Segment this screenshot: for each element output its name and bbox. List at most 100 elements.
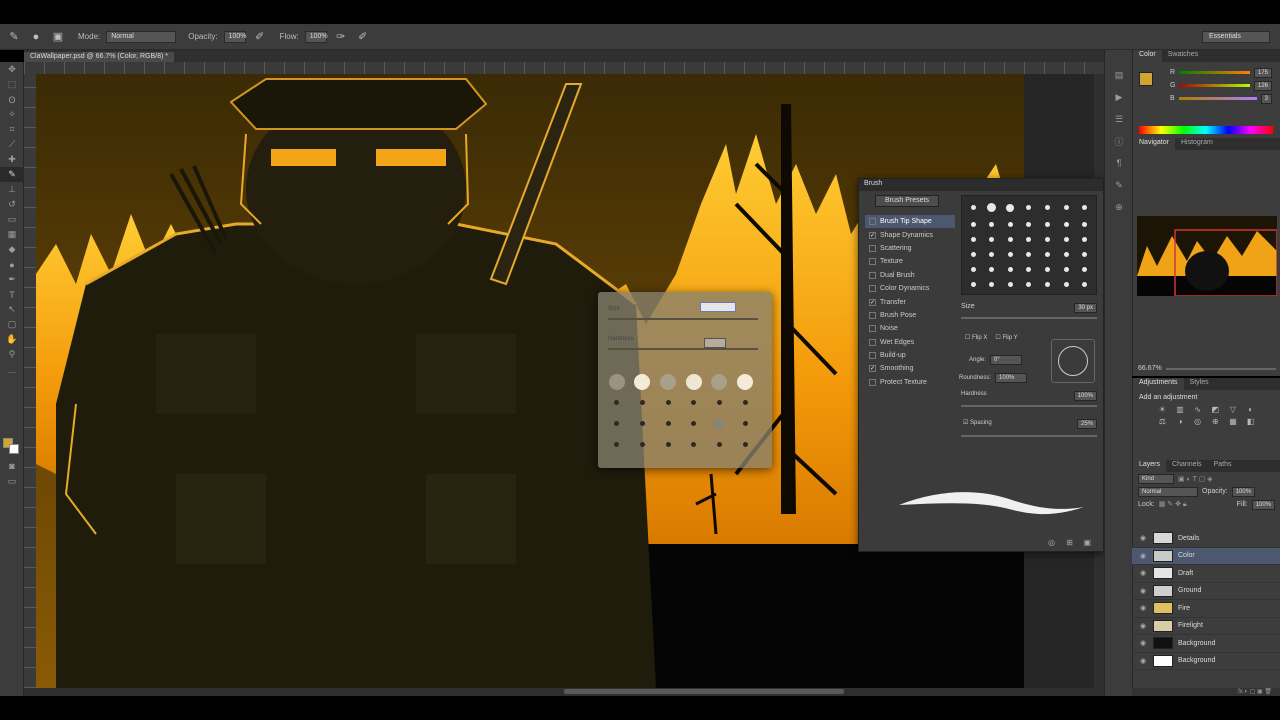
bw-icon[interactable]: ◑: [1173, 417, 1188, 426]
brush-tip[interactable]: [1007, 222, 1013, 227]
color-balance-icon[interactable]: ⚖: [1155, 417, 1170, 426]
brush-tip[interactable]: [1026, 252, 1032, 257]
checkbox-icon[interactable]: [869, 271, 876, 279]
brush-tip[interactable]: [970, 252, 976, 257]
brush-tip[interactable]: [989, 222, 995, 227]
background-color-swatch[interactable]: [9, 444, 19, 454]
hud-hardness-slider[interactable]: [608, 348, 758, 350]
toggle-live-tip-icon[interactable]: ◎: [1048, 538, 1055, 547]
quick-select-tool-icon[interactable]: ✧: [0, 107, 24, 122]
horizontal-scrollbar[interactable]: [24, 688, 1104, 696]
crop-tool-icon[interactable]: ⌗: [0, 122, 24, 137]
hud-brush-tip[interactable]: [614, 442, 620, 447]
brush-tip[interactable]: [1007, 267, 1013, 272]
checkbox-checked-icon[interactable]: ✓: [869, 365, 876, 373]
brush-presets-icon[interactable]: ✎: [1105, 174, 1133, 196]
brush-tip[interactable]: [1007, 282, 1013, 287]
tab-color[interactable]: Color: [1133, 50, 1162, 62]
color-ramp[interactable]: [1139, 126, 1273, 134]
brush-option[interactable]: Brush Tip Shape: [865, 215, 955, 229]
exposure-icon[interactable]: ◩: [1208, 405, 1223, 414]
move-tool-icon[interactable]: ✥: [0, 62, 24, 77]
checkbox-icon[interactable]: [869, 244, 876, 252]
hud-brush-tip[interactable]: [691, 442, 697, 447]
hud-size-slider[interactable]: [608, 318, 758, 320]
hud-brush-tip[interactable]: [634, 374, 651, 390]
brush-tip[interactable]: [989, 267, 995, 272]
layer-row[interactable]: ◉ Firelight: [1132, 618, 1280, 635]
blur-tool-icon[interactable]: ◆: [0, 242, 24, 257]
pen-tool-icon[interactable]: ✒: [0, 272, 24, 287]
brush-option[interactable]: Color Dynamics: [865, 282, 955, 295]
flow-field[interactable]: 100%: [304, 30, 328, 43]
actions-icon[interactable]: ▶: [1105, 86, 1133, 108]
new-preset-icon[interactable]: ▣: [1083, 538, 1091, 547]
curves-icon[interactable]: ∿: [1190, 405, 1205, 414]
brush-tip[interactable]: [1082, 222, 1088, 227]
brush-option[interactable]: Wet Edges: [865, 336, 955, 349]
channel-slider[interactable]: [1178, 97, 1257, 100]
spacing-checkbox[interactable]: ☑ Spacing: [963, 419, 992, 429]
brush-option[interactable]: Texture: [865, 255, 955, 268]
brush-tip[interactable]: [1082, 267, 1088, 272]
hud-brush-tip[interactable]: [685, 374, 702, 390]
brush-option[interactable]: ✓ Smoothing: [865, 362, 955, 375]
angle-roundness-widget[interactable]: [1051, 339, 1095, 383]
brush-tip-grid[interactable]: [961, 195, 1097, 295]
layer-row[interactable]: ◉ Background: [1132, 653, 1280, 670]
checkbox-icon[interactable]: [869, 325, 876, 333]
checkbox-checked-icon[interactable]: ✓: [869, 231, 876, 239]
brush-tip[interactable]: [1063, 237, 1069, 242]
channel-value[interactable]: 126: [1253, 80, 1272, 91]
brush-tool-icon[interactable]: ✎: [6, 29, 22, 45]
marquee-tool-icon[interactable]: ⬚: [0, 77, 24, 92]
brush-option[interactable]: Protect Texture: [865, 376, 955, 389]
hud-hardness-handle[interactable]: [704, 338, 726, 348]
hud-brush-picker[interactable]: Size Hardness: [598, 292, 772, 468]
opacity-field[interactable]: 100%: [223, 30, 246, 43]
tab-styles[interactable]: Styles: [1184, 378, 1215, 390]
edit-toolbar-icon[interactable]: …: [0, 362, 24, 377]
hud-brush-tip[interactable]: [614, 421, 620, 426]
visibility-eye-icon[interactable]: ◉: [1140, 587, 1148, 595]
checkbox-icon[interactable]: [869, 311, 876, 319]
brush-tip[interactable]: [1006, 203, 1015, 212]
vibrance-icon[interactable]: ▽: [1226, 405, 1241, 414]
grid-icon[interactable]: ⊞: [1066, 538, 1073, 547]
channel-value[interactable]: 175: [1253, 67, 1272, 78]
hue-icon[interactable]: ◐: [1243, 405, 1258, 414]
layer-row[interactable]: ◉ Ground: [1132, 583, 1280, 600]
channel-mixer-icon[interactable]: ⊕: [1208, 417, 1223, 426]
checkbox-icon[interactable]: [869, 258, 876, 266]
lock-icons[interactable]: ▦ ✎ ✥ 🔒︎: [1159, 500, 1233, 509]
hud-brush-tip[interactable]: [608, 374, 625, 390]
visibility-eye-icon[interactable]: ◉: [1140, 569, 1148, 577]
checkbox-icon[interactable]: [869, 352, 876, 360]
pressure-opacity-icon[interactable]: ✐: [252, 29, 268, 45]
history-icon[interactable]: ▤: [1105, 64, 1133, 86]
hud-brush-tip[interactable]: [711, 374, 728, 390]
navigator-thumbnail[interactable]: [1137, 216, 1277, 296]
layer-row[interactable]: ◉ Fire: [1132, 600, 1280, 618]
fill-field[interactable]: 100%: [1251, 499, 1275, 510]
brush-tip[interactable]: [1063, 267, 1069, 272]
eyedropper-tool-icon[interactable]: ⟋: [0, 137, 24, 152]
clone-source-icon[interactable]: ⊕: [1105, 196, 1133, 218]
hud-brush-tip[interactable]: [639, 442, 645, 447]
brush-option[interactable]: ✓ Transfer: [865, 295, 955, 308]
hud-brush-tip[interactable]: [665, 400, 671, 405]
tab-paths[interactable]: Paths: [1208, 460, 1238, 472]
brush-option[interactable]: Dual Brush: [865, 269, 955, 282]
screen-mode-icon[interactable]: ▭: [0, 474, 24, 489]
tab-adjustments[interactable]: Adjustments: [1133, 378, 1184, 390]
properties-icon[interactable]: ☰: [1105, 108, 1133, 130]
brush-option[interactable]: Brush Pose: [865, 309, 955, 322]
visibility-eye-icon[interactable]: ◉: [1140, 657, 1148, 665]
brush-tip[interactable]: [1063, 252, 1069, 257]
visibility-eye-icon[interactable]: ◉: [1140, 534, 1148, 542]
hud-brush-tip[interactable]: [639, 421, 645, 426]
flip-y-checkbox[interactable]: ☐ Flip Y: [995, 334, 1017, 341]
brush-tip[interactable]: [987, 203, 997, 212]
dodge-tool-icon[interactable]: ●: [0, 257, 24, 272]
angle-field[interactable]: 0°: [990, 355, 1023, 365]
